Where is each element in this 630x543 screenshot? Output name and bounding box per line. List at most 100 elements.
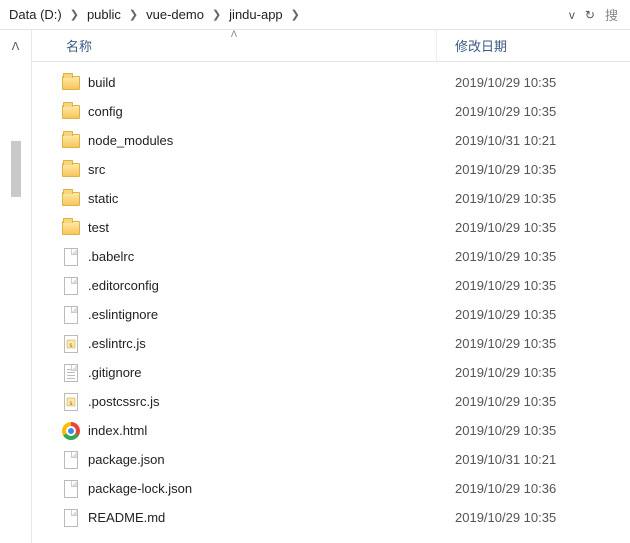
cell-date: 2019/10/29 10:35 [437, 394, 630, 409]
chevron-up-icon[interactable]: ᐱ [12, 36, 20, 57]
folder-icon [62, 219, 80, 237]
history-dropdown-icon[interactable]: v [569, 8, 575, 22]
folder-icon [62, 190, 80, 208]
breadcrumb: Data (D:) ❯ public ❯ vue-demo ❯ jindu-ap… [6, 5, 569, 24]
cell-name: package-lock.json [32, 480, 437, 498]
cell-date: 2019/10/29 10:35 [437, 220, 630, 235]
cell-name: package.json [32, 451, 437, 469]
column-header-name-label: 名称 [66, 36, 92, 55]
breadcrumb-segment[interactable]: public [84, 5, 124, 24]
column-header-date[interactable]: 修改日期 [437, 30, 630, 61]
file-name: .gitignore [88, 365, 141, 380]
cell-name: config [32, 103, 437, 121]
file-name: package.json [88, 452, 165, 467]
text-file-icon [62, 364, 80, 382]
script-file-icon: s [62, 335, 80, 353]
file-name: .babelrc [88, 249, 134, 264]
file-name: .postcssrc.js [88, 394, 160, 409]
file-name: node_modules [88, 133, 173, 148]
cell-date: 2019/10/29 10:35 [437, 307, 630, 322]
file-name: src [88, 162, 105, 177]
list-item[interactable]: .editorconfig2019/10/29 10:35 [32, 271, 630, 300]
file-icon [62, 248, 80, 266]
cell-date: 2019/10/29 10:35 [437, 423, 630, 438]
file-list-pane: ᐱ 名称 修改日期 build2019/10/29 10:35config201… [32, 30, 630, 543]
sort-ascending-icon: ᐱ [231, 29, 237, 40]
list-item[interactable]: test 2019/10/29 10:35 [32, 213, 630, 242]
list-item[interactable]: .eslintignore 2019/10/29 10:35 [32, 300, 630, 329]
list-item[interactable]: package.json 2019/10/31 10:21 [32, 445, 630, 474]
cell-date: 2019/10/29 10:35 [437, 104, 630, 119]
chevron-right-icon: ❯ [290, 8, 301, 21]
cell-name: node_modules [32, 132, 437, 150]
cell-date: 2019/10/29 10:35 [437, 249, 630, 264]
file-name: .eslintignore [88, 307, 158, 322]
file-name: README.md [88, 510, 165, 525]
address-controls: v ↻ 搜 [569, 5, 624, 24]
list-item[interactable]: build2019/10/29 10:35 [32, 68, 630, 97]
folder-icon [62, 103, 80, 121]
cell-date: 2019/10/29 10:36 [437, 481, 630, 496]
cell-name: .gitignore [32, 364, 437, 382]
cell-date: 2019/10/29 10:35 [437, 510, 630, 525]
folder-icon [62, 132, 80, 150]
cell-name: .babelrc [32, 248, 437, 266]
nav-tree-collapsed: ᐱ [0, 30, 32, 543]
cell-date: 2019/10/31 10:21 [437, 133, 630, 148]
cell-date: 2019/10/29 10:35 [437, 278, 630, 293]
main-area: ᐱ ᐱ 名称 修改日期 build2019/10/29 10:35config2… [0, 30, 630, 543]
file-name: config [88, 104, 123, 119]
cell-name: src [32, 161, 437, 179]
file-name: .eslintrc.js [88, 336, 146, 351]
file-icon [62, 480, 80, 498]
cell-name: README.md [32, 509, 437, 527]
search-input[interactable]: 搜 [605, 5, 618, 24]
folder-icon [62, 161, 80, 179]
chrome-icon [62, 422, 80, 440]
cell-date: 2019/10/29 10:35 [437, 365, 630, 380]
file-icon [62, 509, 80, 527]
cell-name: build [32, 74, 437, 92]
cell-name: test [32, 219, 437, 237]
script-file-icon: s [62, 393, 80, 411]
list-item[interactable]: .gitignore 2019/10/29 10:35 [32, 358, 630, 387]
breadcrumb-segment[interactable]: jindu-app [226, 5, 286, 24]
file-name: static [88, 191, 118, 206]
nav-scrollbar-thumb[interactable] [11, 141, 21, 197]
cell-date: 2019/10/31 10:21 [437, 452, 630, 467]
list-item[interactable]: index.html 2019/10/29 10:35 [32, 416, 630, 445]
file-icon [62, 277, 80, 295]
folder-icon [62, 74, 80, 92]
cell-date: 2019/10/29 10:35 [437, 191, 630, 206]
breadcrumb-segment[interactable]: Data (D:) [6, 5, 65, 24]
cell-name: .eslintignore [32, 306, 437, 324]
cell-name: s .postcssrc.js [32, 393, 437, 411]
file-icon [62, 451, 80, 469]
list-item[interactable]: config 2019/10/29 10:35 [32, 97, 630, 126]
cell-name: static [32, 190, 437, 208]
file-icon [62, 306, 80, 324]
cell-date: 2019/10/29 10:35 [437, 336, 630, 351]
breadcrumb-segment[interactable]: vue-demo [143, 5, 207, 24]
file-name: test [88, 220, 109, 235]
file-name: build [88, 75, 115, 90]
chevron-right-icon: ❯ [69, 8, 80, 21]
list-item[interactable]: package-lock.json2019/10/29 10:36 [32, 474, 630, 503]
list-item[interactable]: README.md 2019/10/29 10:35 [32, 503, 630, 532]
column-header-name[interactable]: ᐱ 名称 [32, 30, 437, 61]
svg-text:s: s [70, 401, 73, 407]
list-item[interactable]: src2019/10/29 10:35 [32, 155, 630, 184]
refresh-icon[interactable]: ↻ [585, 8, 595, 22]
file-name: index.html [88, 423, 147, 438]
column-headers: ᐱ 名称 修改日期 [32, 30, 630, 62]
chevron-right-icon: ❯ [211, 8, 222, 21]
svg-text:s: s [70, 343, 73, 349]
list-item[interactable]: s .eslintrc.js 2019/10/29 10:35 [32, 329, 630, 358]
list-item[interactable]: .babelrc 2019/10/29 10:35 [32, 242, 630, 271]
list-item[interactable]: s .postcssrc.js 2019/10/29 10:35 [32, 387, 630, 416]
cell-name: .editorconfig [32, 277, 437, 295]
address-bar: Data (D:) ❯ public ❯ vue-demo ❯ jindu-ap… [0, 0, 630, 30]
list-item[interactable]: static 2019/10/29 10:35 [32, 184, 630, 213]
file-rows: build2019/10/29 10:35config2019/10/29 10… [32, 62, 630, 543]
list-item[interactable]: node_modules 2019/10/31 10:21 [32, 126, 630, 155]
